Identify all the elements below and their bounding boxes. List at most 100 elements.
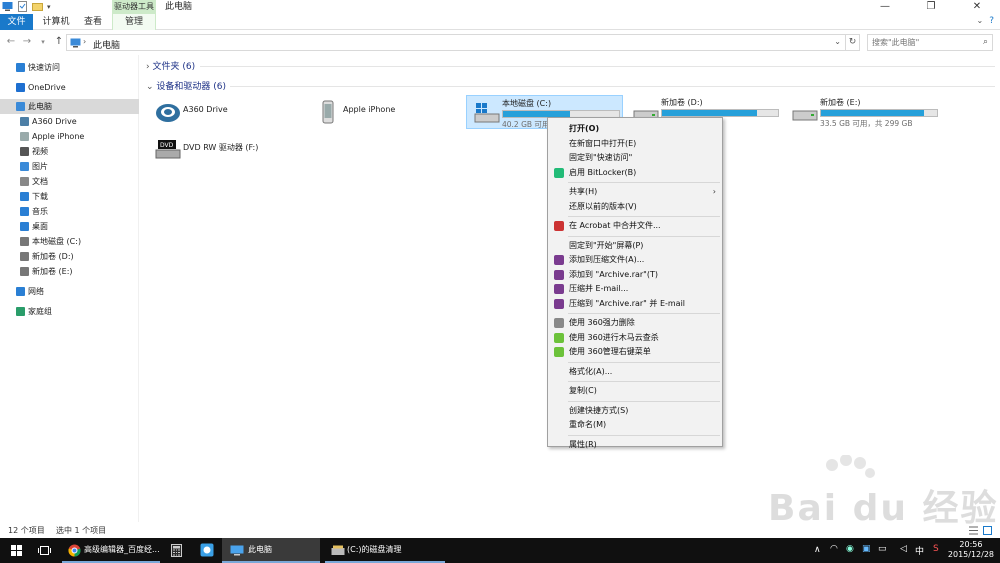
wifi-icon[interactable]: ◠	[830, 544, 838, 554]
winrar-icon	[554, 269, 564, 280]
maximize-button[interactable]: ❐	[908, 0, 954, 14]
sidebar-item[interactable]: Apple iPhone	[0, 129, 139, 144]
calculator-icon[interactable]	[171, 544, 182, 557]
sogou-icon[interactable]: S	[933, 544, 939, 554]
forward-arrow-icon[interactable]: →	[20, 35, 34, 49]
taskbar-app-explorer[interactable]: 此电脑	[222, 538, 320, 563]
address-dropdown-icon[interactable]: ⌄	[834, 37, 841, 46]
volume-icon[interactable]: ◁	[900, 544, 907, 554]
context-menu-item[interactable]: 压缩到 "Archive.rar" 并 E-mail	[548, 297, 722, 311]
minimize-button[interactable]: —	[862, 0, 908, 14]
sidebar-item[interactable]: 新加卷 (D:)	[0, 249, 139, 264]
folders-group-header[interactable]: › 文件夹 (6)	[146, 59, 195, 72]
expand-ribbon-icon[interactable]: ⌄	[977, 16, 984, 26]
drive-tile[interactable]: 新加卷 (E:) 33.5 GB 可用，共 299 GB	[785, 95, 942, 129]
taskbar-app-disk-cleanup[interactable]: (C:)的磁盘清理	[325, 538, 445, 563]
help-icon[interactable]: ?	[989, 16, 994, 26]
context-menu-item[interactable]: 格式化(A)...	[548, 365, 722, 379]
address-bar[interactable]: › 此电脑 ⌄	[66, 34, 846, 51]
search-input[interactable]	[872, 38, 972, 47]
sidebar-item-label: 音乐	[32, 207, 48, 216]
tab-view[interactable]: 查看	[76, 14, 110, 30]
tab-file[interactable]: 文件	[0, 14, 33, 30]
sidebar-item[interactable]: 本地磁盘 (C:)	[0, 234, 139, 249]
battery-icon[interactable]: ▭	[878, 544, 887, 554]
drive-tile[interactable]: A360 Drive	[148, 95, 305, 129]
computer-icon[interactable]	[2, 1, 13, 12]
context-menu-item[interactable]: 创建快捷方式(S)	[548, 404, 722, 418]
context-menu-item[interactable]: 使用 360强力删除	[548, 316, 722, 330]
context-menu-item[interactable]: 固定到"快速访问"	[548, 151, 722, 165]
context-menu-item[interactable]: 使用 360管理右键菜单	[548, 345, 722, 359]
search-icon[interactable]: ⌕	[983, 37, 988, 47]
search-box[interactable]: ⌕	[867, 34, 993, 51]
show-hidden-icons-icon[interactable]: ∧	[814, 545, 821, 555]
context-menu-item[interactable]: 使用 360进行木马云查杀	[548, 331, 722, 345]
sidebar-item[interactable]: A360 Drive	[0, 114, 139, 129]
tab-computer[interactable]: 计算机	[36, 14, 76, 30]
sidebar-item[interactable]: OneDrive	[0, 80, 139, 95]
tray-app-icon[interactable]: ▣	[862, 544, 871, 554]
drive-tile[interactable]: DVD DVD RW 驱动器 (F:)	[148, 132, 305, 166]
menu-item-label: 共享(H)	[569, 187, 598, 196]
new-folder-icon[interactable]	[32, 1, 43, 12]
context-menu-item[interactable]: 固定到"开始"屏幕(P)	[548, 239, 722, 253]
context-menu-item[interactable]: 添加到 "Archive.rar"(T)	[548, 268, 722, 282]
context-menu-item[interactable]: 共享(H) ›	[548, 185, 722, 199]
address-path[interactable]: 此电脑	[93, 38, 120, 51]
sidebar-item[interactable]: 视频	[0, 144, 139, 159]
up-arrow-icon[interactable]: ↑	[52, 35, 66, 49]
drives-group-header[interactable]: ⌄ 设备和驱动器 (6)	[146, 79, 226, 92]
breadcrumb-separator-icon[interactable]: ›	[83, 37, 86, 46]
sidebar-item-label: 下载	[32, 192, 48, 201]
sidebar-item[interactable]: 新加卷 (E:)	[0, 264, 139, 279]
tab-manage[interactable]: 管理	[112, 14, 156, 30]
close-button[interactable]: ✕	[954, 0, 1000, 14]
context-menu-item[interactable]: 在 Acrobat 中合并文件...	[548, 219, 722, 233]
sidebar-item[interactable]: 文档	[0, 174, 139, 189]
sidebar-item[interactable]: 桌面	[0, 219, 139, 234]
clock[interactable]: 20:56 2015/12/28	[948, 540, 994, 560]
sidebar-item[interactable]: 网络	[0, 284, 139, 299]
recent-locations-icon[interactable]: ▾	[36, 35, 50, 49]
context-menu-item[interactable]: 压缩并 E-mail...	[548, 282, 722, 296]
this-pc-icon	[230, 545, 244, 556]
sidebar-item[interactable]: 快速访问	[0, 60, 139, 75]
sidebar-item[interactable]: 家庭组	[0, 304, 139, 319]
back-arrow-icon[interactable]: ←	[4, 35, 18, 49]
menu-item-label: 固定到"开始"屏幕(P)	[569, 240, 644, 250]
context-menu-item[interactable]: 在新窗口中打开(E)	[548, 137, 722, 151]
drive-tile[interactable]: Apple iPhone	[308, 95, 465, 129]
music-icon	[20, 207, 29, 216]
chevron-down-icon[interactable]: ▾	[47, 3, 51, 11]
ime-indicator[interactable]: 中	[915, 544, 924, 557]
context-menu-item[interactable]: 添加到压缩文件(A)...	[548, 253, 722, 267]
properties-icon[interactable]	[17, 1, 28, 12]
context-menu-item[interactable]: 打开(O)	[548, 122, 722, 136]
watermark-text: Bai du 经验	[768, 488, 999, 529]
qq-browser-icon[interactable]	[200, 543, 214, 557]
context-menu-item[interactable]: 复制(C)	[548, 384, 722, 398]
sidebar-item[interactable]: 音乐	[0, 204, 139, 219]
ribbon-right-controls: ⌄ ?	[977, 16, 994, 26]
sidebar-item-label: 家庭组	[28, 307, 52, 316]
sidebar-item[interactable]: 此电脑	[0, 99, 139, 114]
window-controls: — ❐ ✕	[862, 0, 1000, 14]
menu-separator	[568, 361, 720, 363]
task-view-icon[interactable]	[38, 545, 51, 556]
refresh-button[interactable]: ↻	[846, 34, 860, 51]
menu-item-label: 在新窗口中打开(E)	[569, 138, 637, 148]
context-menu-item[interactable]: 重命名(M)	[548, 418, 722, 432]
cloud-icon	[16, 83, 25, 92]
taskbar-app-chrome[interactable]: 高级编辑器_百度经...	[62, 538, 160, 563]
context-menu-item[interactable]: 启用 BitLocker(B)	[548, 166, 722, 180]
sidebar-item[interactable]: 图片	[0, 159, 139, 174]
title-bar: ▾ 驱动器工具 此电脑 — ❐ ✕	[0, 0, 1000, 14]
menu-separator	[568, 381, 720, 382]
start-windows-icon[interactable]	[11, 545, 22, 556]
sidebar-item[interactable]: 下载	[0, 189, 139, 204]
tray-app-icon[interactable]: ◉	[846, 544, 854, 554]
context-menu-item[interactable]: 还原以前的版本(V)	[548, 200, 722, 214]
context-menu-item[interactable]: 属性(R)	[548, 438, 722, 452]
sidebar-item-label: 快速访问	[28, 63, 60, 72]
